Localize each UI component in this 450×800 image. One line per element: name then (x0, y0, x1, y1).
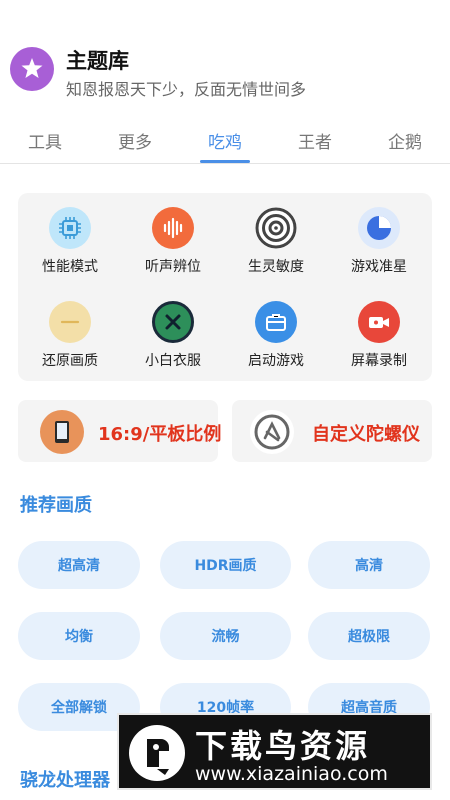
grid-item-launch-game[interactable]: 启动游戏 (224, 287, 328, 373)
grid-item-label: 生灵敏度 (248, 259, 304, 275)
tab-bar: 工具 更多 吃鸡 王者 企鹅 (0, 118, 450, 164)
grid-item-label: 启动游戏 (248, 353, 304, 369)
gyroscope-label: 自定义陀螺仪 (312, 424, 420, 445)
video-camera-icon (358, 301, 400, 343)
grid-item-label: 屏幕录制 (351, 353, 407, 369)
bird-logo-icon (127, 723, 187, 783)
app-title: 主题库 (66, 49, 129, 73)
grid-item-screen-record[interactable]: 屏幕录制 (327, 287, 431, 373)
sound-wave-icon (152, 207, 194, 249)
tablet-icon (40, 410, 84, 454)
quality-option-ultra-hd[interactable]: 超高清 (18, 541, 140, 589)
aspect-ratio-button[interactable]: 16:9/平板比例 (18, 400, 222, 462)
restore-icon (49, 301, 91, 343)
grid-item-sensitivity[interactable]: 生灵敏度 (224, 193, 328, 279)
close-circle-icon (152, 301, 194, 343)
quality-option-hd[interactable]: 高清 (308, 541, 430, 589)
grid-item-white-clothes[interactable]: 小白衣服 (121, 287, 225, 373)
grid-item-label: 还原画质 (42, 353, 98, 369)
app-logo-icon (10, 47, 54, 91)
target-icon (255, 207, 297, 249)
tab-penguin[interactable]: 企鹅 (360, 128, 450, 153)
grid-item-restore-quality[interactable]: 还原画质 (18, 287, 122, 373)
grid-item-label: 小白衣服 (145, 353, 201, 369)
watermark-banner: 下载鸟资源 www.xiazainiao.com (117, 713, 432, 790)
watermark-url: www.xiazainiao.com (195, 763, 388, 785)
app-subtitle: 知恩报恩天下少，反面无情世间多 (66, 80, 307, 99)
aspect-ratio-label: 16:9/平板比例 (98, 424, 222, 445)
app-header: 主题库 知恩报恩天下少，反面无情世间多 (0, 0, 450, 116)
tools-grid: 性能模式 听声辨位 生灵敏度 游戏准星 还原画质 小白衣服 启动游戏 屏幕录制 (18, 193, 432, 381)
briefcase-icon (255, 301, 297, 343)
quality-option-balanced[interactable]: 均衡 (18, 612, 140, 660)
grid-item-crosshair[interactable]: 游戏准星 (327, 193, 431, 279)
quality-option-extreme[interactable]: 超极限 (308, 612, 430, 660)
watermark-title: 下载鸟资源 (195, 727, 371, 765)
tab-pubg[interactable]: 吃鸡 (180, 128, 270, 153)
tab-tools[interactable]: 工具 (0, 128, 90, 153)
chip-icon (49, 207, 91, 249)
tab-more[interactable]: 更多 (90, 128, 180, 153)
gyroscope-button[interactable]: 自定义陀螺仪 (232, 400, 432, 462)
grid-item-performance-mode[interactable]: 性能模式 (18, 193, 122, 279)
grid-item-label: 性能模式 (42, 259, 98, 275)
grid-item-label: 听声辨位 (145, 259, 201, 275)
processor-section-title: 骁龙处理器 (20, 770, 110, 791)
grid-item-label: 游戏准星 (351, 259, 407, 275)
crosshair-pie-icon (358, 207, 400, 249)
grid-item-sound-positioning[interactable]: 听声辨位 (121, 193, 225, 279)
tab-honor-of-kings[interactable]: 王者 (270, 128, 360, 153)
quality-section-title: 推荐画质 (20, 495, 92, 516)
gyroscope-icon (250, 410, 294, 454)
quality-option-smooth[interactable]: 流畅 (160, 612, 291, 660)
active-tab-indicator (200, 160, 250, 163)
quality-option-hdr[interactable]: HDR画质 (160, 541, 291, 589)
